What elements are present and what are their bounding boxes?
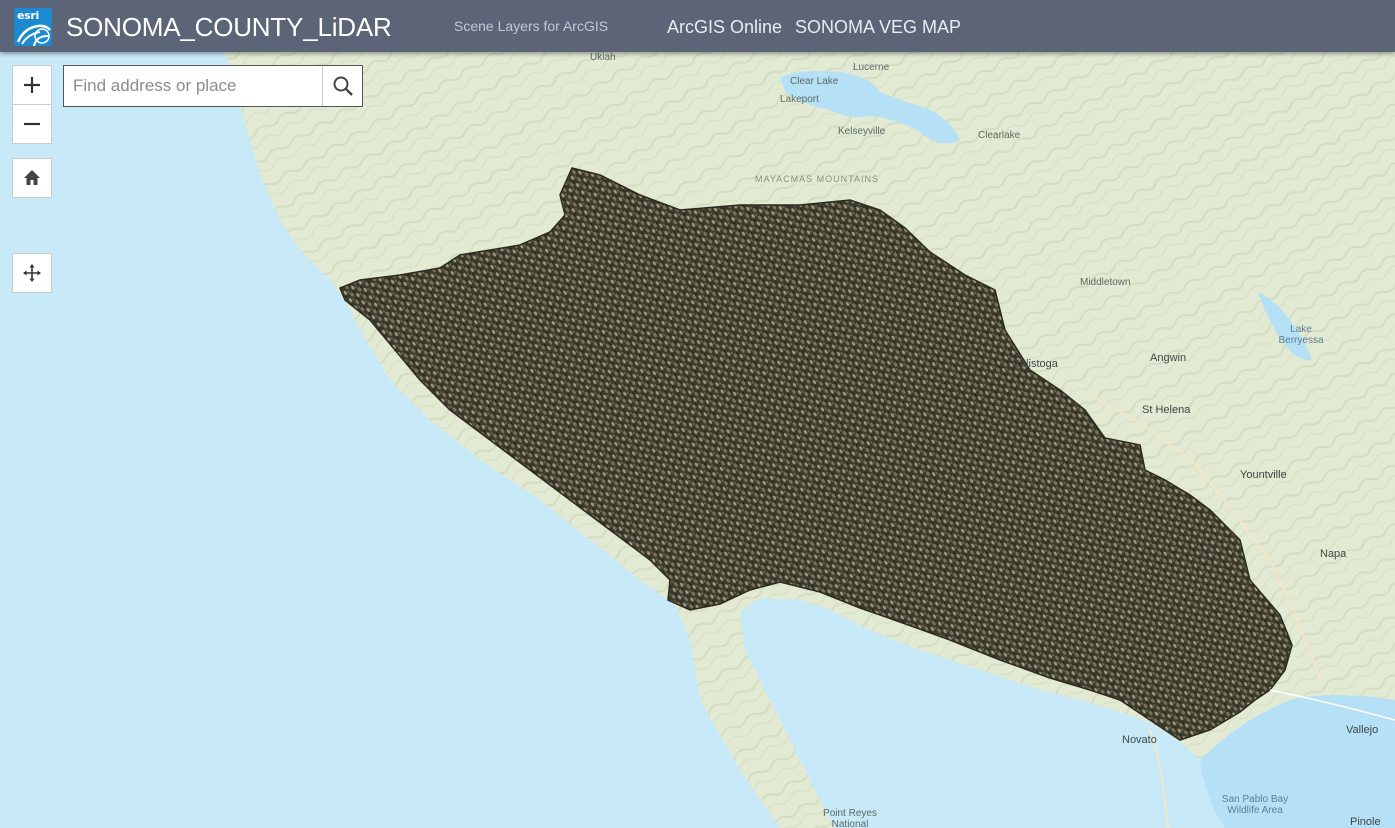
label-lucerne: Lucerne bbox=[853, 62, 890, 73]
label-point-reyes: Point Reyes National bbox=[823, 808, 877, 828]
plus-icon bbox=[24, 77, 40, 93]
label-san-pablo: San Pablo Bay Wildlife Area bbox=[1221, 794, 1289, 816]
header-bar: esri SONOMA_COUNTY_LiDAR Scene Layers fo… bbox=[0, 0, 1395, 52]
label-napa: Napa bbox=[1320, 548, 1347, 560]
zoom-out-button[interactable] bbox=[12, 104, 52, 144]
minus-icon bbox=[24, 122, 40, 126]
search-widget bbox=[63, 65, 363, 107]
label-angwin: Angwin bbox=[1150, 352, 1187, 364]
map-view[interactable]: Ukiah Clear Lake Lucerne Lakeport Kelsey… bbox=[0, 52, 1395, 828]
label-mayacmas: MAYACMAS MOUNTAINS bbox=[755, 174, 880, 184]
esri-logo-text: esri bbox=[17, 9, 40, 22]
label-yountville: Yountville bbox=[1240, 469, 1287, 481]
label-vallejo: Vallejo bbox=[1346, 724, 1379, 736]
label-novato: Novato bbox=[1122, 734, 1157, 746]
label-lake-berryessa: Lake Berryessa bbox=[1278, 324, 1324, 346]
label-clearlake: Clearlake bbox=[978, 130, 1021, 141]
search-button[interactable] bbox=[322, 66, 362, 106]
esri-logo[interactable]: esri bbox=[14, 8, 52, 46]
search-input[interactable] bbox=[64, 66, 322, 106]
app-root: esri SONOMA_COUNTY_LiDAR Scene Layers fo… bbox=[0, 0, 1395, 828]
app-subtitle: Scene Layers for ArcGIS bbox=[454, 18, 609, 34]
pan-button[interactable] bbox=[12, 253, 52, 293]
search-icon bbox=[333, 76, 353, 96]
label-clear-lake: Clear Lake bbox=[790, 76, 839, 87]
zoom-in-button[interactable] bbox=[12, 65, 52, 105]
nav-arcgis-online[interactable]: ArcGIS Online bbox=[667, 17, 782, 38]
move-icon bbox=[23, 264, 41, 282]
label-kelseyville: Kelseyville bbox=[838, 126, 886, 137]
home-button[interactable] bbox=[12, 158, 52, 198]
basemap bbox=[0, 52, 1395, 828]
nav-sonoma-veg-map[interactable]: SONOMA VEG MAP bbox=[795, 17, 961, 38]
label-pinole: Pinole bbox=[1350, 816, 1381, 828]
label-st-helena: St Helena bbox=[1142, 404, 1191, 416]
label-middletown: Middletown bbox=[1080, 277, 1131, 288]
label-ukiah: Ukiah bbox=[590, 52, 616, 63]
app-title: SONOMA_COUNTY_LiDAR bbox=[66, 12, 392, 42]
home-icon bbox=[24, 170, 40, 185]
label-lakeport: Lakeport bbox=[780, 94, 819, 105]
label-calistoga: Calistoga bbox=[1012, 358, 1058, 370]
